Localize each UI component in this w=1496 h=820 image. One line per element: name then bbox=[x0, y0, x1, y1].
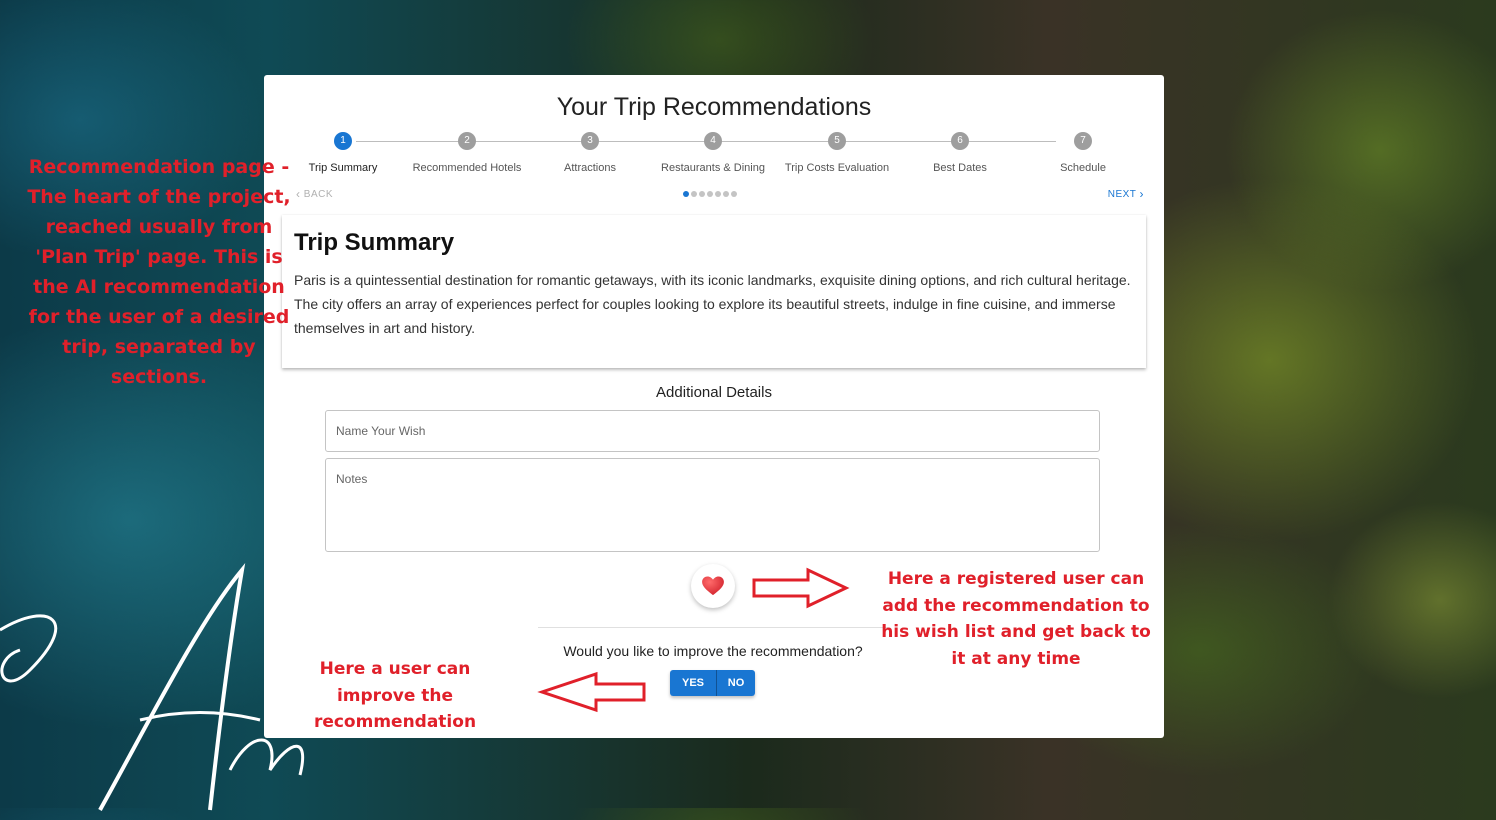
step-label: Trip Costs Evaluation bbox=[784, 162, 890, 174]
step-label: Schedule bbox=[1060, 162, 1106, 174]
step-number: 3 bbox=[581, 132, 599, 150]
summary-title: Trip Summary bbox=[294, 229, 455, 256]
summary-text: Paris is a quintessential destination fo… bbox=[294, 272, 1131, 336]
annotation-left: Recommendation page - The heart of the p… bbox=[27, 156, 291, 388]
no-button[interactable]: NO bbox=[717, 670, 755, 696]
annotation-right: Here a registered user can add the recom… bbox=[881, 569, 1151, 669]
step-label: Restaurants & Dining bbox=[661, 162, 765, 174]
progress-dot bbox=[707, 191, 713, 197]
step-label: Best Dates bbox=[933, 162, 987, 174]
progress-dot bbox=[691, 191, 697, 197]
wish-name-field[interactable]: Name Your Wish bbox=[325, 410, 1100, 452]
arrow-left-icon bbox=[537, 671, 646, 713]
step-number: 5 bbox=[828, 132, 846, 150]
next-button[interactable]: NEXT › bbox=[1108, 187, 1144, 201]
step-number: 7 bbox=[1074, 132, 1092, 150]
annotation-bottom: Here a user can improve the recommendati… bbox=[313, 659, 477, 732]
arrow-right-icon bbox=[752, 567, 850, 609]
back-button[interactable]: ‹ BACK bbox=[296, 187, 333, 201]
progress-dot bbox=[723, 191, 729, 197]
step-recommended-hotels[interactable]: 2 Recommended Hotels bbox=[405, 132, 529, 174]
progress-dot bbox=[683, 191, 689, 197]
stepper-navigation: ‹ BACK NEXT › bbox=[264, 187, 1164, 205]
yes-button[interactable]: YES bbox=[670, 670, 717, 696]
wish-name-placeholder: Name Your Wish bbox=[336, 424, 426, 438]
step-number: 6 bbox=[951, 132, 969, 150]
back-label: BACK bbox=[303, 189, 334, 200]
step-label: Attractions bbox=[564, 162, 616, 174]
step-schedule[interactable]: 7 Schedule bbox=[1021, 132, 1145, 174]
stepper: 1 Trip Summary 2 Recommended Hotels 3 At… bbox=[264, 132, 1164, 182]
improve-question: Would you like to improve the recommenda… bbox=[563, 643, 863, 659]
step-label: Recommended Hotels bbox=[412, 162, 522, 174]
chevron-right-icon: › bbox=[1139, 187, 1144, 201]
section-divider bbox=[538, 627, 888, 628]
step-restaurants-dining[interactable]: 4 Restaurants & Dining bbox=[651, 132, 775, 174]
progress-dot bbox=[699, 191, 705, 197]
page-title: Your Trip Recommendations bbox=[556, 93, 872, 121]
heart-icon bbox=[702, 576, 724, 596]
notes-field[interactable]: Notes bbox=[325, 458, 1100, 552]
step-best-dates[interactable]: 6 Best Dates bbox=[898, 132, 1022, 174]
notes-placeholder: Notes bbox=[336, 472, 368, 486]
improve-button-group: YES NO bbox=[670, 670, 755, 696]
progress-dot bbox=[731, 191, 737, 197]
add-to-wishlist-button[interactable] bbox=[691, 564, 735, 608]
step-number: 4 bbox=[704, 132, 722, 150]
progress-dot bbox=[715, 191, 721, 197]
trip-summary-card: Trip Summary Paris is a quintessential d… bbox=[282, 215, 1146, 368]
step-number: 2 bbox=[458, 132, 476, 150]
next-label: NEXT bbox=[1107, 189, 1137, 200]
step-number: 1 bbox=[334, 132, 352, 150]
progress-dots bbox=[683, 191, 739, 197]
step-trip-costs-evaluation[interactable]: 5 Trip Costs Evaluation bbox=[775, 132, 899, 174]
additional-details-heading: Additional Details bbox=[656, 384, 772, 401]
step-attractions[interactable]: 3 Attractions bbox=[528, 132, 652, 174]
